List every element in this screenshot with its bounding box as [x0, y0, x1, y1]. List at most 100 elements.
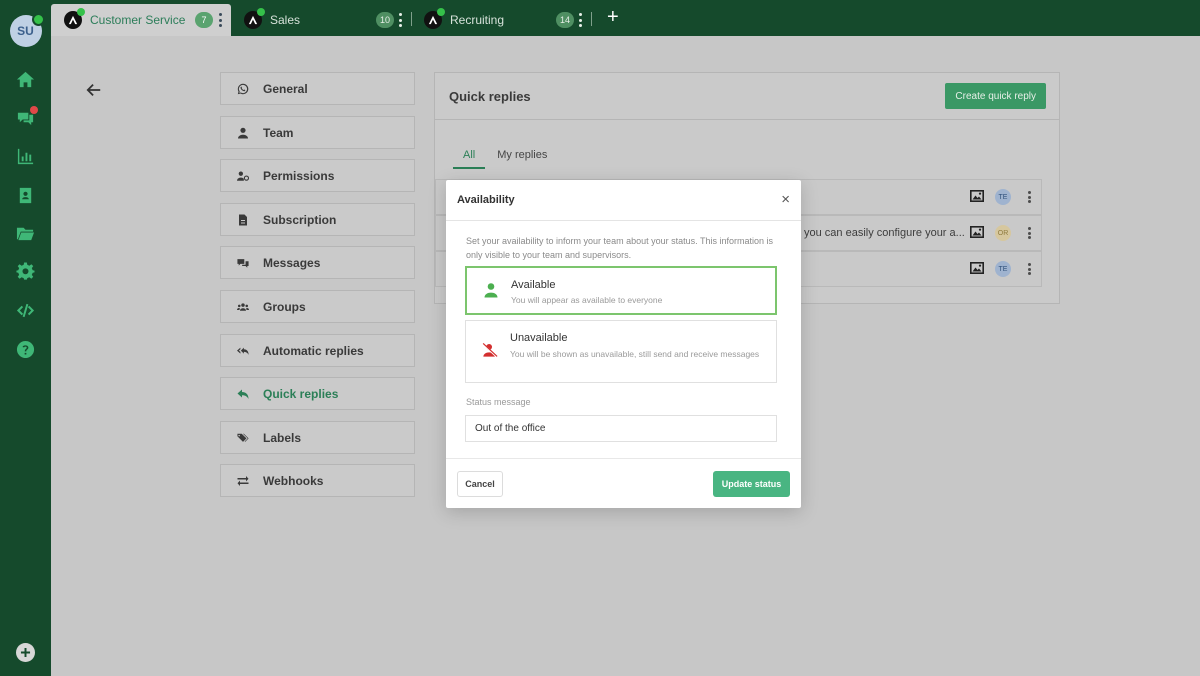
workspace-online-dot [437, 8, 445, 16]
reply-all-icon [236, 345, 250, 357]
workspace-tab-sales[interactable]: Sales 10 [244, 4, 409, 36]
option-subtitle: You will appear as available to everyone [511, 295, 663, 305]
row-menu-icon[interactable] [1027, 263, 1031, 275]
chats-icon[interactable] [12, 105, 38, 131]
tab-separator [411, 12, 412, 26]
folder-icon[interactable] [12, 220, 38, 246]
user-avatar[interactable]: SU [9, 13, 45, 47]
workspace-online-dot [257, 8, 265, 16]
menu-item-label: Subscription [263, 212, 337, 227]
availability-modal: Availability × Set your availability to … [446, 180, 801, 508]
reports-icon[interactable] [12, 143, 38, 169]
tab-all[interactable]: All [453, 143, 486, 169]
tab-my-replies[interactable]: My replies [487, 143, 557, 167]
option-title: Unavailable [510, 332, 568, 344]
menu-item-label: Team [263, 125, 294, 140]
add-workspace-button[interactable]: + [607, 7, 619, 27]
option-available[interactable]: Available You will appear as available t… [465, 266, 777, 315]
status-message-input[interactable] [465, 415, 777, 442]
menu-item-label: Groups [263, 299, 306, 314]
reply-text: you can easily configure your a... [804, 227, 965, 239]
option-unavailable[interactable]: Unavailable You will be shown as unavail… [465, 320, 777, 383]
workspace-tab-bar: Customer Service 7 Sales 10 Recruiting 1… [51, 0, 1200, 36]
menu-item-messages[interactable]: Messages [220, 246, 415, 279]
close-icon[interactable]: × [781, 192, 790, 207]
modal-description: Set your availability to inform your tea… [466, 236, 773, 260]
workspace-tab-label: Customer Service [90, 13, 186, 27]
avatar-initials: SU [17, 24, 34, 38]
create-quick-reply-button[interactable]: Create quick reply [945, 83, 1046, 109]
modal-header: Availability × [446, 180, 801, 221]
workspace-tab-customer-service[interactable]: Customer Service 7 [51, 4, 231, 36]
image-icon[interactable] [970, 226, 984, 238]
menu-item-team[interactable]: Team [220, 116, 415, 149]
workspace-logo-icon [64, 8, 85, 29]
menu-item-label: Labels [263, 430, 302, 445]
option-title: Available [511, 279, 556, 291]
workspace-unread-count: 14 [556, 12, 574, 28]
workspace-menu-icon[interactable] [397, 13, 403, 27]
row-menu-icon[interactable] [1027, 191, 1031, 203]
menu-item-label: Messages [263, 255, 321, 270]
menu-item-quick-replies[interactable]: Quick replies [220, 377, 415, 410]
owner-avatar: TE [995, 189, 1011, 205]
menu-item-webhooks[interactable]: Webhooks [220, 464, 415, 497]
workspace-tab-label: Sales [270, 13, 301, 27]
option-subtitle: You will be shown as unavailable, still … [510, 349, 760, 359]
chats-unread-badge [30, 106, 38, 114]
row-menu-icon[interactable] [1027, 227, 1031, 239]
help-icon[interactable] [12, 336, 38, 362]
reply-icon [236, 388, 250, 400]
back-arrow-icon[interactable] [86, 82, 104, 100]
workspace-menu-icon[interactable] [577, 13, 583, 27]
page-title: Quick replies [449, 88, 531, 104]
owner-avatar: OR [995, 225, 1011, 241]
modal-footer: Cancel Update status [446, 458, 801, 509]
user-unavailable-icon [482, 342, 498, 358]
online-status-dot [31, 13, 45, 26]
contacts-icon[interactable] [12, 182, 38, 208]
menu-item-permissions[interactable]: Permissions [220, 159, 415, 192]
image-icon[interactable] [970, 190, 984, 202]
settings-icon[interactable] [12, 258, 38, 284]
owner-avatar: TE [995, 261, 1011, 277]
workspace-tab-recruiting[interactable]: Recruiting 14 [424, 4, 589, 36]
status-message-label: Status message [466, 397, 531, 407]
tab-separator [591, 12, 592, 26]
user-cog-icon [236, 170, 250, 182]
user-icon [236, 127, 250, 139]
workspace-tab-label: Recruiting [450, 13, 505, 27]
menu-item-general[interactable]: General [220, 72, 415, 105]
comments-icon [236, 257, 250, 269]
exchange-icon [236, 475, 250, 487]
menu-item-groups[interactable]: Groups [220, 290, 415, 323]
user-available-icon [484, 283, 498, 298]
panel-tabs: All My replies [453, 143, 559, 169]
add-icon[interactable] [16, 643, 35, 662]
menu-item-labels[interactable]: Labels [220, 421, 415, 454]
menu-item-label: Permissions [263, 168, 335, 183]
workspace-online-dot [77, 8, 85, 16]
workspace-menu-icon[interactable] [217, 13, 223, 27]
update-status-button[interactable]: Update status [713, 471, 790, 497]
menu-item-label: Automatic replies [263, 343, 364, 358]
users-icon [236, 301, 250, 313]
menu-item-automatic-replies[interactable]: Automatic replies [220, 334, 415, 367]
menu-item-label: General [263, 81, 308, 96]
menu-item-label: Quick replies [263, 386, 339, 401]
tags-icon [236, 432, 250, 444]
panel-header: Quick replies Create quick reply [435, 73, 1059, 120]
workspace-logo-icon [424, 8, 445, 29]
file-icon [236, 214, 250, 226]
home-icon[interactable] [12, 66, 38, 92]
whatsapp-icon [236, 83, 250, 95]
workspace-logo-icon [244, 8, 265, 29]
left-rail: SU [0, 0, 51, 676]
image-icon[interactable] [970, 262, 984, 274]
workspace-unread-count: 10 [376, 12, 394, 28]
workspace-unread-count: 7 [195, 12, 213, 28]
code-icon[interactable] [12, 297, 38, 323]
modal-title: Availability [457, 194, 515, 206]
menu-item-subscription[interactable]: Subscription [220, 203, 415, 236]
cancel-button[interactable]: Cancel [457, 471, 503, 497]
